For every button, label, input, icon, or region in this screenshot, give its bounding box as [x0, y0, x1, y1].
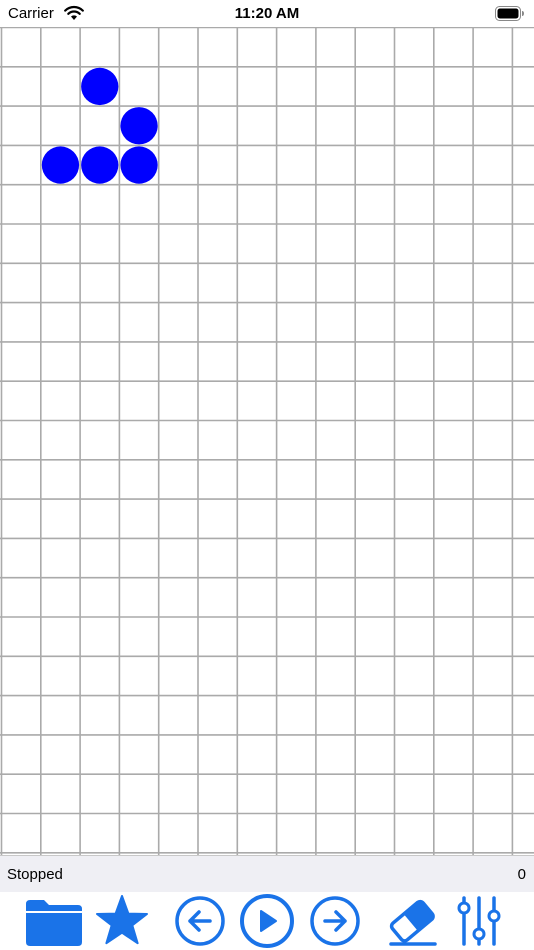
- live-cell[interactable]: [120, 107, 158, 145]
- star-icon: [96, 895, 148, 945]
- status-time: 11:20 AM: [234, 5, 300, 22]
- eraser-icon: [389, 899, 437, 946]
- board-canvas[interactable]: [0, 27, 534, 855]
- sliders-icon: [457, 896, 501, 946]
- generation-counter: 0: [517, 866, 526, 883]
- previous-generation-button[interactable]: [173, 894, 227, 948]
- live-cell[interactable]: [41, 146, 80, 184]
- play-icon: [240, 894, 294, 948]
- favorites-button[interactable]: [94, 894, 150, 948]
- run-state-label: Stopped: [7, 866, 63, 883]
- info-bar: Stopped 0: [0, 855, 534, 892]
- folder-icon: [26, 900, 82, 946]
- game-board[interactable]: [0, 27, 534, 855]
- settings-button[interactable]: [454, 894, 504, 948]
- clear-button[interactable]: [385, 894, 441, 948]
- live-cell[interactable]: [81, 146, 119, 184]
- battery-icon: [495, 6, 524, 21]
- toolbar: [0, 892, 534, 950]
- live-cell[interactable]: [120, 146, 158, 184]
- play-button[interactable]: [238, 894, 296, 948]
- status-bar: Carrier 11:20 AM: [0, 0, 534, 27]
- live-cell[interactable]: [81, 67, 119, 106]
- open-button[interactable]: [24, 894, 84, 948]
- back-arrow-icon: [175, 896, 225, 946]
- forward-arrow-icon: [310, 896, 360, 946]
- next-generation-button[interactable]: [308, 894, 362, 948]
